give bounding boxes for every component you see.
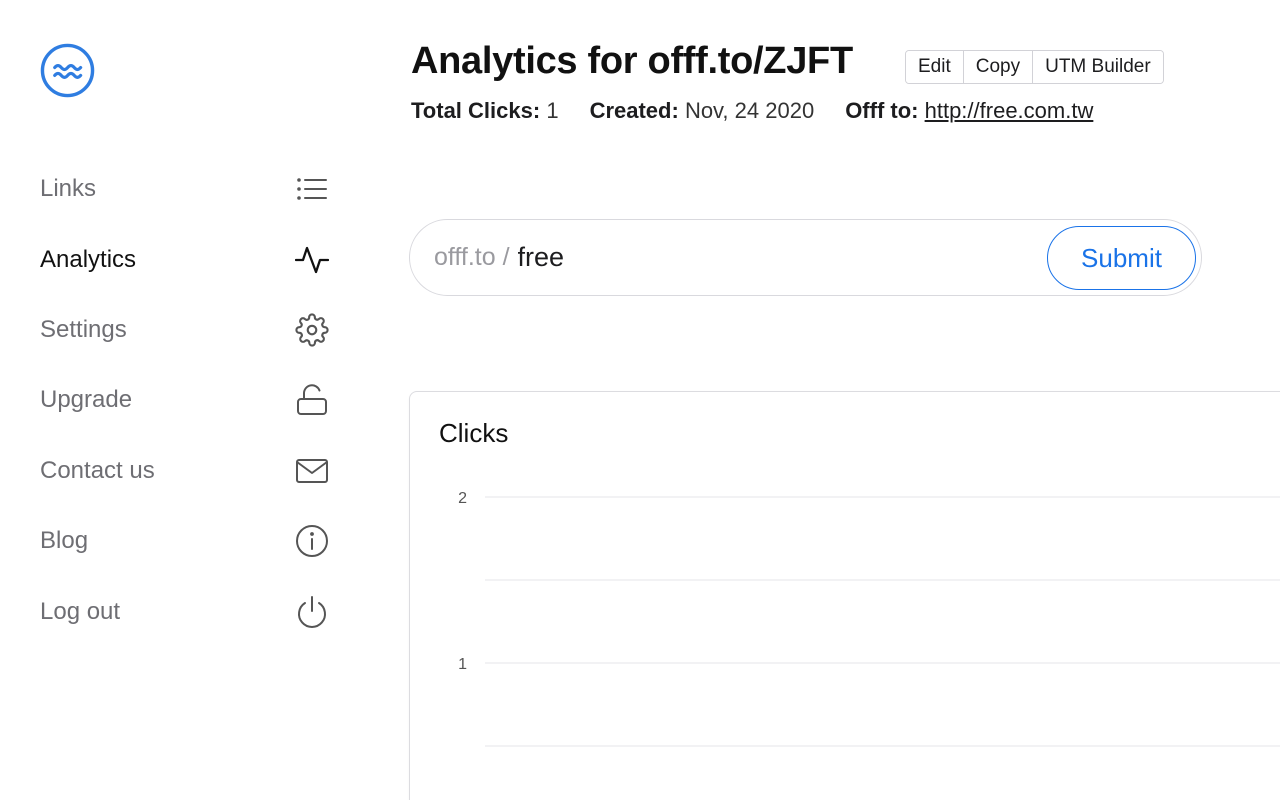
slug-input[interactable] xyxy=(517,242,978,273)
sidebar-nav: Links Analytics Settings Upgrade Contact… xyxy=(40,154,330,647)
total-clicks-label: Total Clicks: xyxy=(411,98,541,123)
sidebar-item-label: Upgrade xyxy=(40,386,133,414)
sidebar-item-label: Links xyxy=(40,175,97,203)
edit-button[interactable]: Edit xyxy=(906,51,964,83)
created-value: Nov, 24 2020 xyxy=(684,98,815,123)
gear-icon xyxy=(294,312,330,348)
action-button-group: Edit Copy UTM Builder xyxy=(905,50,1164,84)
sidebar-item-blog[interactable]: Blog xyxy=(40,506,330,576)
logo[interactable] xyxy=(40,43,95,98)
sidebar-item-logout[interactable]: Log out xyxy=(40,576,330,646)
sidebar-item-label: Contact us xyxy=(40,456,155,484)
sidebar-item-label: Settings xyxy=(40,315,127,343)
sidebar-item-contact[interactable]: Contact us xyxy=(40,436,330,506)
domain-prefix: offf.to / xyxy=(434,243,510,271)
target-url-link[interactable]: http://free.com.tw xyxy=(925,98,1094,123)
submit-button[interactable]: Submit xyxy=(1047,226,1196,290)
sidebar-item-label: Analytics xyxy=(40,245,137,273)
link-meta: Total Clicks: 1 Created: Nov, 24 2020 Of… xyxy=(411,98,1124,124)
copy-button[interactable]: Copy xyxy=(963,51,1034,83)
clicks-chart: 21 xyxy=(458,490,1280,747)
sidebar-item-settings[interactable]: Settings xyxy=(40,295,330,365)
unlock-icon xyxy=(294,382,330,418)
activity-icon xyxy=(294,242,330,278)
page-title: Analytics for offf.to/ZJFT xyxy=(411,40,853,82)
utm-builder-button[interactable]: UTM Builder xyxy=(1033,51,1163,83)
power-icon xyxy=(294,594,330,630)
waves-logo-icon xyxy=(40,43,95,98)
info-icon xyxy=(294,523,330,559)
sidebar-item-label: Blog xyxy=(40,527,89,555)
sidebar-item-label: Log out xyxy=(40,597,121,625)
sidebar-item-upgrade[interactable]: Upgrade xyxy=(40,365,330,435)
sidebar-item-links[interactable]: Links xyxy=(40,154,330,224)
target-url: Offf to: http://free.com.tw xyxy=(845,98,1093,124)
total-clicks-value: 1 xyxy=(546,98,559,123)
total-clicks: Total Clicks: 1 xyxy=(411,98,559,124)
created-label: Created: xyxy=(589,98,679,123)
mail-icon xyxy=(294,453,330,489)
list-icon xyxy=(294,171,330,207)
created-date: Created: Nov, 24 2020 xyxy=(590,98,815,124)
slug-search-bar: offf.to / Submit xyxy=(409,219,1202,296)
clicks-chart-card: Clicks 21 xyxy=(409,391,1280,800)
y-tick-label: 1 xyxy=(458,656,467,673)
sidebar-item-analytics[interactable]: Analytics xyxy=(40,224,330,294)
target-label: Offf to: xyxy=(845,98,919,123)
y-tick-label: 2 xyxy=(458,490,467,507)
